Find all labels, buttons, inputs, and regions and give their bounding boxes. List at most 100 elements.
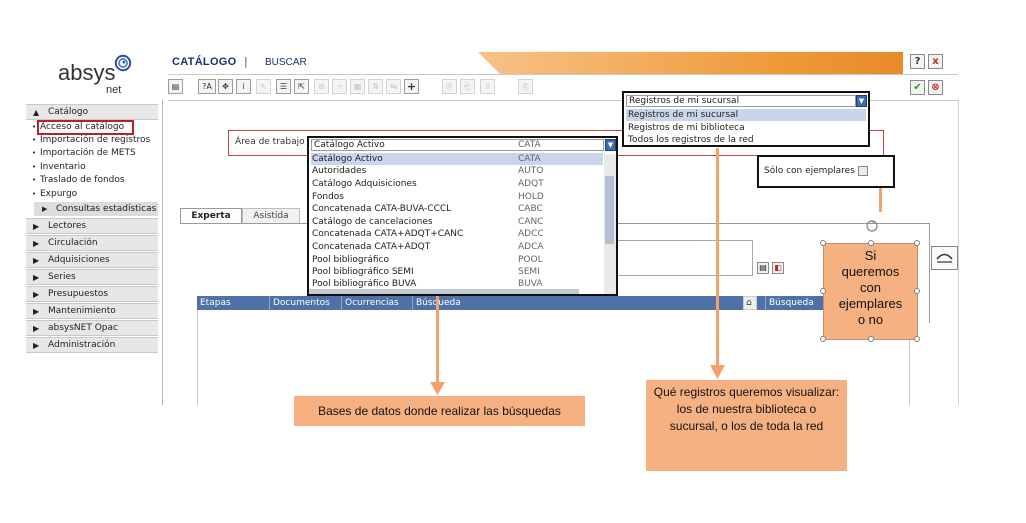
sidebar-item-label: Consultas estadísticas — [56, 204, 157, 214]
resize-handle[interactable] — [868, 240, 874, 246]
sidebar-module-mantenimiento[interactable]: ▶ Mantenimiento — [26, 303, 158, 319]
resize-handle[interactable] — [914, 288, 920, 294]
list-item[interactable]: Registros de mi biblioteca — [626, 122, 866, 134]
resize-handle[interactable] — [868, 336, 874, 342]
col-busqueda-re[interactable]: Búsqueda re — [765, 296, 825, 322]
pick-icon[interactable]: ⇱ — [294, 79, 309, 94]
scrollbar-thumb[interactable] — [605, 176, 614, 244]
resize-handle[interactable] — [820, 336, 826, 342]
records-select[interactable]: Registros de mi sucursal — [626, 95, 856, 107]
list-item[interactable]: Pool bibliográfico SEMI SEMI — [311, 266, 603, 278]
list-item[interactable]: Concatenada CATA-BUVA-CCCL CABC — [311, 203, 603, 215]
annotation-line: ejemplares — [838, 296, 903, 311]
col-etapas[interactable]: Etapas — [197, 296, 231, 310]
copy-icon[interactable]: ⎘ — [442, 79, 457, 94]
sidebar-item-traslado-fondos[interactable]: Traslado de fondos — [32, 174, 164, 187]
option-code: CANC — [518, 217, 544, 227]
clear-icon[interactable]: ⊘ — [314, 79, 329, 94]
sidebar-module-lectores[interactable]: ▶ Lectores — [26, 218, 158, 234]
main-panel-left-border — [162, 100, 163, 405]
horizontal-scrollbar[interactable] — [309, 289, 579, 294]
print-icon[interactable]: ⎙ — [518, 79, 533, 94]
accept-icon[interactable]: ✔ — [910, 80, 925, 95]
list-item[interactable]: Todos los registros de la red — [626, 134, 866, 146]
sidebar-item-expurgo[interactable]: Expurgo — [32, 188, 164, 201]
list-item[interactable]: Pool bibliográfico POOL — [311, 254, 603, 266]
resize-handle[interactable] — [914, 336, 920, 342]
option-code: SEMI — [518, 267, 540, 277]
help-button[interactable]: ? — [910, 54, 925, 69]
sidebar-module-adquisiciones[interactable]: ▶ Adquisiciones — [26, 252, 158, 268]
sort-icon[interactable]: ⇅ — [368, 79, 383, 94]
tab-experta[interactable]: Experta — [180, 208, 242, 224]
close-button[interactable]: x — [928, 54, 943, 69]
query-textarea[interactable] — [615, 240, 753, 276]
triangle-right-icon: ▶ — [33, 341, 40, 350]
resize-handle[interactable] — [914, 240, 920, 246]
page-title: CATÁLOGO — [172, 56, 237, 68]
list-item[interactable]: Concatenada CATA+ADQT+CANC ADCC — [311, 228, 603, 240]
clipboard-icon[interactable]: ▤ — [757, 262, 769, 274]
vertical-scrollbar[interactable] — [604, 154, 616, 294]
sidebar-item-acceso-catalogo[interactable]: Acceso al catálogo — [32, 121, 164, 134]
header-action-buscar[interactable]: BUSCAR — [265, 57, 307, 68]
list-item[interactable]: Concatenada CATA+ADQT ADCA — [311, 241, 603, 253]
export-icon[interactable]: ⇪ — [480, 79, 495, 94]
sidebar-module-presupuestos[interactable]: ▶ Presupuestos — [26, 286, 158, 302]
list-item[interactable]: Catálogo Adquisiciones ADQT — [311, 178, 603, 190]
sidebar-module-label: Administración — [48, 340, 116, 350]
report-icon[interactable]: ▦ — [350, 79, 365, 94]
list-dropdown-icon[interactable]: ▤ — [168, 79, 183, 94]
logo-suffix: net — [106, 84, 122, 96]
col-ocurrencias[interactable]: Ocurrencias — [341, 296, 399, 310]
paste-icon[interactable]: ⎗ — [460, 79, 475, 94]
records-dropdown[interactable]: Registros de mi sucursal ▼ Registros de … — [622, 91, 870, 147]
option-name: Concatenada CATA+ADQT — [312, 242, 431, 252]
pointer-icon[interactable]: ↖ — [256, 79, 271, 94]
compare-icon[interactable]: ⇆ — [386, 79, 401, 94]
sidebar-module-label: Presupuestos — [48, 289, 109, 299]
toolbar-ta-button[interactable]: ?A — [198, 79, 216, 94]
only-with-copies-checkbox[interactable] — [858, 166, 868, 176]
sidebar-section-catalogo[interactable]: ▲ Catálogo — [26, 104, 158, 120]
col-documentos[interactable]: Documentos — [269, 296, 330, 310]
sidebar-module-absysnet-opac[interactable]: ▶ absysNET Opac — [26, 320, 158, 336]
sidebar-module-label: absysNET Opac — [48, 323, 118, 333]
sidebar-module-series[interactable]: ▶ Series — [26, 269, 158, 285]
arrow-head-bases-icon — [430, 382, 445, 395]
sidebar-item-importacion-registros[interactable]: Importación de registros — [32, 134, 164, 147]
resize-handle[interactable] — [820, 288, 826, 294]
lock-icon[interactable]: ⌂ — [743, 296, 757, 310]
annotation-line: Si — [864, 248, 877, 263]
sidebar-item-consultas-estadisticas[interactable]: ▶ Consultas estadísticas — [34, 202, 158, 216]
filter-icon[interactable]: ▿ — [332, 79, 347, 94]
tab-asistida[interactable]: Asistida — [242, 208, 300, 223]
list-item[interactable]: Pool bibliográfico BUVA BUVA — [311, 279, 603, 289]
results-panel-left-border — [197, 310, 198, 405]
option-name: Concatenada CATA+ADQT+CANC — [312, 229, 464, 239]
list-view-icon[interactable]: ☰ — [276, 79, 291, 94]
list-item[interactable]: Catálogo Activo CATA — [311, 153, 603, 165]
chevron-down-icon[interactable]: ▼ — [605, 139, 616, 151]
add-button[interactable]: + — [404, 79, 419, 94]
sidebar-item-inventario[interactable]: Inventario — [32, 161, 164, 174]
eraser-icon[interactable]: ◧ — [772, 262, 784, 274]
list-item[interactable]: Registros de mi sucursal — [626, 109, 866, 121]
list-item[interactable]: Fondos HOLD — [311, 191, 603, 203]
sidebar-module-circulacion[interactable]: ▶ Circulación — [26, 235, 158, 251]
triangle-right-icon: ▶ — [33, 239, 40, 248]
option-code: HOLD — [518, 192, 544, 202]
sidebar-module-administracion[interactable]: ▶ Administración — [26, 337, 158, 353]
cancel-icon[interactable]: ⊗ — [928, 80, 943, 95]
sidebar-item-importacion-mets[interactable]: Importación de METS — [32, 147, 164, 160]
work-area-dropdown[interactable]: Catálogo Activo CATA ▼ Catálogo Activo CA… — [307, 136, 618, 296]
info-button[interactable]: i — [236, 79, 251, 94]
resize-handle[interactable] — [820, 240, 826, 246]
expand-panel-icon[interactable] — [931, 246, 958, 270]
list-item[interactable]: Autoridades AUTO — [311, 165, 603, 177]
chevron-down-icon[interactable]: ▼ — [856, 95, 867, 107]
move-icon[interactable]: ✥ — [218, 79, 233, 94]
list-item[interactable]: Catálogo de cancelaciones CANC — [311, 216, 603, 228]
rotate-handle-icon[interactable] — [864, 218, 880, 234]
work-area-select[interactable]: Catálogo Activo CATA — [311, 139, 604, 151]
